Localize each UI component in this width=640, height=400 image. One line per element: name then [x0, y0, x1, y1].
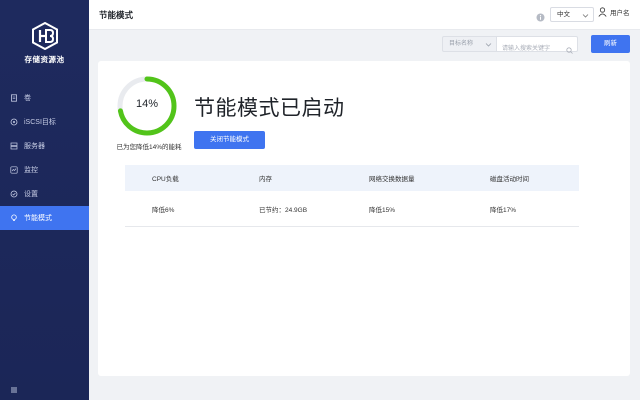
gauge-percent: 14%: [135, 98, 159, 110]
column-header-memory: 内存: [259, 176, 272, 183]
sidebar-nav: 卷 iSCSI目标 服务器 监控 设置 节能模式: [0, 86, 89, 230]
username: 用户名: [610, 10, 630, 17]
sidebar-item-server[interactable]: 服务器: [0, 134, 89, 158]
refresh-button[interactable]: 刷新: [591, 35, 630, 53]
disk-value: 降低17%: [490, 206, 517, 214]
logo-icon: [31, 22, 58, 50]
sidebar-item-label: 设置: [24, 191, 38, 198]
user-icon: [598, 7, 607, 17]
chevron-down-icon: [582, 11, 589, 24]
sidebar-item-label: 节能模式: [24, 215, 52, 222]
sidebar-item-iscsi-target[interactable]: iSCSI目标: [0, 110, 89, 134]
energy-saving-caption: 已为您降低14%的能耗: [116, 144, 182, 151]
cpu-value: 降低6%: [152, 206, 175, 214]
bulb-icon: [10, 214, 18, 222]
search-icon[interactable]: [566, 41, 573, 59]
sidebar-item-power-saving[interactable]: 节能模式: [0, 206, 89, 230]
brand-name: 存储资源池: [24, 55, 65, 64]
search-box: [497, 36, 578, 56]
disable-power-saving-button[interactable]: 关闭节能模式: [194, 131, 265, 149]
document-icon: [10, 94, 18, 102]
sidebar-item-label: 卷: [24, 95, 31, 102]
language-select[interactable]: 中文: [550, 7, 594, 22]
monitor-icon: [10, 166, 18, 174]
column-header-disk: 磁盘活动时间: [490, 176, 529, 183]
top-header: 节能模式 中文 用户名: [89, 0, 640, 30]
filter-field-select[interactable]: 目标名称: [442, 36, 497, 52]
sidebar: 存储资源池 卷 iSCSI目标 服务器 监控 设置 节能模式: [0, 0, 89, 400]
info-icon[interactable]: [536, 9, 546, 22]
column-header-cpu: CPU负载: [152, 176, 179, 183]
table-row: 降低6% 已节约：24.9GB 降低15% 降低17%: [125, 191, 579, 227]
settings-icon: [10, 190, 18, 198]
status-headline: 节能模式已启动: [194, 97, 345, 120]
sidebar-item-settings[interactable]: 设置: [0, 182, 89, 206]
target-icon: [10, 118, 18, 126]
sidebar-item-label: 监控: [24, 167, 38, 174]
menu-icon[interactable]: [10, 381, 20, 393]
chevron-down-icon: [485, 40, 492, 54]
filter-field-label: 目标名称: [449, 41, 474, 47]
sidebar-item-monitor[interactable]: 监控: [0, 158, 89, 182]
savings-table: CPU负载 内存 网络交换数据量 磁盘活动时间 降低6% 已节约：24.9GB …: [125, 165, 579, 227]
page-title: 节能模式: [99, 10, 134, 20]
memory-value: 已节约：24.9GB: [259, 206, 308, 214]
search-input[interactable]: [497, 42, 563, 56]
user-menu[interactable]: 用户名: [598, 7, 630, 17]
column-header-network: 网络交换数据量: [369, 176, 415, 183]
table-header: CPU负载 内存 网络交换数据量 磁盘活动时间: [125, 165, 579, 191]
power-saving-card: 14% 已为您降低14%的能耗 节能模式已启动 关闭节能模式 CPU负载 内存 …: [98, 61, 630, 376]
language-value: 中文: [557, 11, 570, 18]
sidebar-item-label: 服务器: [24, 143, 45, 150]
brand-logo: 存储资源池: [0, 22, 89, 65]
sidebar-item-label: iSCSI目标: [24, 119, 56, 126]
network-value: 降低15%: [369, 206, 396, 214]
server-icon: [10, 142, 18, 150]
sidebar-item-volume[interactable]: 卷: [0, 86, 89, 110]
